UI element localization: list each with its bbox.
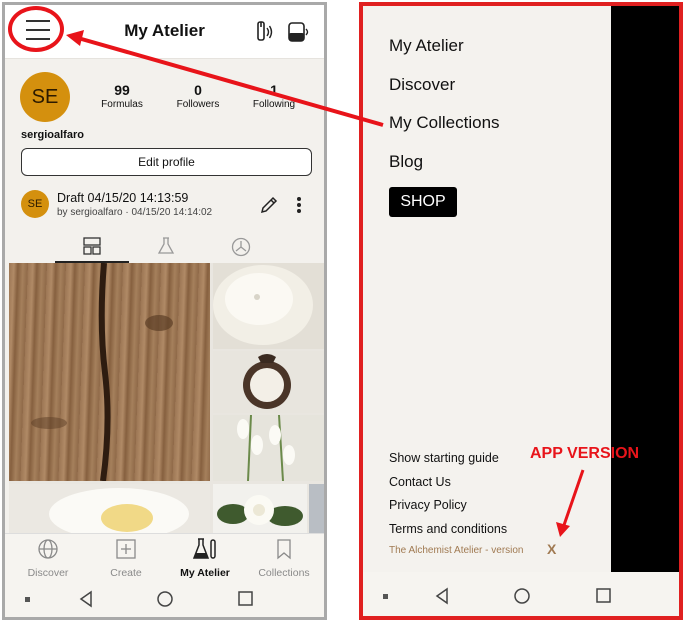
annotation-circle [8, 6, 64, 52]
recents-dot-icon [383, 594, 388, 599]
edit-profile-button[interactable]: Edit profile [21, 148, 312, 176]
terms-link[interactable]: Terms and conditions [389, 522, 507, 536]
back-icon[interactable] [435, 587, 448, 605]
home-icon[interactable] [514, 588, 530, 604]
bookmark-icon [277, 539, 291, 560]
main-screen: My Atelier SE 99 Formulas 0 Followers 1 … [2, 2, 327, 620]
privacy-policy-link[interactable]: Privacy Policy [389, 498, 467, 512]
nav-discover[interactable]: Discover [13, 538, 83, 579]
mineral-image[interactable] [309, 484, 324, 533]
draft-avatar[interactable]: SE [21, 190, 49, 218]
nav-label: Create [110, 567, 142, 579]
drawer-item-blog[interactable]: Blog [389, 152, 423, 172]
content-tabs [5, 229, 324, 263]
gardenia-image[interactable] [213, 484, 307, 533]
stat-formulas[interactable]: 99 Formulas [87, 82, 157, 110]
stat-label: Following [252, 99, 296, 110]
tuberose-image[interactable] [213, 415, 324, 481]
nav-label: My Atelier [180, 567, 230, 579]
android-system-bar [363, 572, 679, 616]
bottom-navigation: Discover Create My Atelier Collections [5, 533, 324, 579]
shop-button[interactable]: SHOP [389, 187, 457, 217]
frangipani-image[interactable] [9, 484, 210, 533]
overview-icon[interactable] [238, 591, 253, 606]
more-options-icon[interactable] [295, 195, 303, 220]
annotation-label: APP VERSION [530, 445, 640, 462]
tab-grid[interactable] [55, 229, 129, 263]
wood-image[interactable] [9, 263, 210, 481]
stat-following[interactable]: 1 Following [239, 82, 309, 110]
globe-icon [38, 539, 58, 559]
pencil-edit-icon[interactable] [259, 195, 279, 220]
drawer-item-my-atelier[interactable]: My Atelier [389, 36, 464, 56]
navigation-drawer: My Atelier Discover My Collections Blog … [363, 6, 611, 572]
contact-us-link[interactable]: Contact Us [389, 475, 451, 489]
stat-value: 0 [194, 82, 202, 98]
tab-ingredients[interactable] [203, 229, 277, 263]
draft-title[interactable]: Draft 04/15/20 14:13:59 [57, 191, 188, 205]
draft-byline: by sergioalfaro · 04/15/20 14:14:02 [57, 207, 213, 218]
device-connect-icon[interactable] [286, 19, 312, 45]
stat-label: Followers [176, 99, 220, 110]
overview-icon[interactable] [596, 588, 611, 603]
home-icon[interactable] [157, 591, 173, 607]
device-signal-icon[interactable] [252, 19, 274, 45]
app-version-value: X [547, 541, 557, 557]
nav-create[interactable]: Create [91, 538, 161, 579]
nav-label: Collections [258, 567, 310, 579]
stat-value: 1 [270, 82, 278, 98]
recents-dot-icon [25, 597, 30, 602]
flask-tube-icon [192, 538, 216, 559]
compass-icon [231, 237, 251, 257]
back-icon[interactable] [79, 590, 92, 608]
tab-formulas[interactable] [129, 229, 203, 263]
coconut-image[interactable] [213, 351, 324, 413]
drawer-item-my-collections[interactable]: My Collections [389, 113, 500, 133]
avatar[interactable]: SE [20, 72, 70, 122]
stat-value: 99 [114, 82, 130, 98]
nav-collections[interactable]: Collections [249, 538, 319, 579]
cream-bowl-image[interactable] [213, 263, 324, 349]
drawer-screen: My Atelier Discover My Collections Blog … [359, 2, 683, 620]
stat-followers[interactable]: 0 Followers [163, 82, 233, 110]
plus-box-icon [116, 539, 136, 559]
formula-image-grid [9, 263, 324, 533]
username: sergioalfaro [21, 129, 84, 141]
nav-label: Discover [27, 567, 69, 579]
app-version-text: The Alchemist Atelier - version [389, 545, 524, 556]
grid-view-icon [83, 237, 101, 255]
drawer-item-discover[interactable]: Discover [389, 75, 455, 95]
android-system-bar [5, 579, 324, 617]
flask-icon [157, 237, 175, 254]
starting-guide-link[interactable]: Show starting guide [389, 451, 499, 465]
nav-my-atelier[interactable]: My Atelier [170, 538, 240, 579]
stat-label: Formulas [101, 99, 143, 110]
